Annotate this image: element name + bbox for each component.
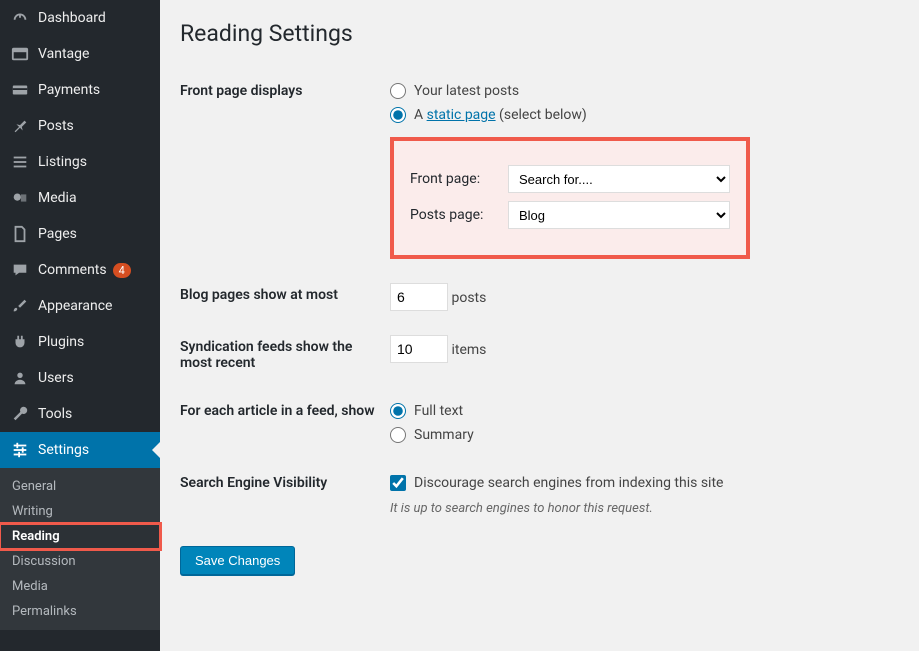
sidebar-item-vantage[interactable]: Vantage: [0, 36, 160, 72]
sidebar-item-label: Appearance: [38, 298, 112, 314]
feed-heading: For each article in a feed, show: [180, 387, 390, 459]
sidebar-item-plugins[interactable]: Plugins: [0, 324, 160, 360]
submenu-item-reading[interactable]: Reading: [0, 524, 160, 549]
sidebar-item-appearance[interactable]: Appearance: [0, 288, 160, 324]
payments-icon: [10, 80, 30, 100]
comments-badge: 4: [113, 263, 131, 278]
sidebar-item-label: Settings: [38, 442, 89, 458]
sidebar-item-media[interactable]: Media: [0, 180, 160, 216]
sidebar-item-comments[interactable]: Comments 4: [0, 252, 160, 288]
submenu-item-permalinks[interactable]: Permalinks: [0, 599, 160, 624]
blog-pages-input[interactable]: [390, 283, 448, 311]
sidebar-item-label: Posts: [38, 118, 74, 134]
admin-sidebar: Dashboard Vantage Payments Posts Listing…: [0, 0, 160, 651]
syndication-unit: items: [451, 342, 486, 358]
list-icon: [10, 152, 30, 172]
feed-full-label: Full text: [414, 403, 463, 419]
sidebar-item-dashboard[interactable]: Dashboard: [0, 0, 160, 36]
radio-feed-summary[interactable]: [390, 427, 406, 443]
front-page-label: Front page:: [410, 171, 500, 187]
submenu-item-general[interactable]: General: [0, 474, 160, 499]
sidebar-item-posts[interactable]: Posts: [0, 108, 160, 144]
sev-description: It is up to search engines to honor this…: [390, 501, 889, 516]
syndication-input[interactable]: [390, 335, 448, 363]
user-icon: [10, 368, 30, 388]
sidebar-item-label: Payments: [38, 82, 100, 98]
sidebar-item-label: Comments: [38, 262, 107, 278]
sliders-icon: [10, 440, 30, 460]
page-title: Reading Settings: [180, 20, 899, 47]
sidebar-item-label: Media: [38, 190, 77, 206]
page-select-highlight-box: Front page: Search for.... Posts page: B…: [390, 137, 750, 259]
sidebar-item-label: Vantage: [38, 46, 89, 62]
comment-icon: [10, 260, 30, 280]
sidebar-item-label: Plugins: [38, 334, 84, 350]
posts-page-select[interactable]: Blog: [508, 201, 730, 229]
feed-summary-label: Summary: [414, 427, 474, 443]
sidebar-item-label: Dashboard: [38, 10, 106, 26]
sidebar-item-label: Tools: [38, 406, 72, 422]
settings-submenu: General Writing Reading Discussion Media…: [0, 468, 160, 630]
wrench-icon: [10, 404, 30, 424]
blog-pages-heading: Blog pages show at most: [180, 271, 390, 323]
sidebar-item-listings[interactable]: Listings: [0, 144, 160, 180]
submenu-item-media[interactable]: Media: [0, 574, 160, 599]
frontpage-heading: Front page displays: [180, 67, 390, 271]
posts-page-label: Posts page:: [410, 207, 500, 223]
save-changes-button[interactable]: Save Changes: [180, 546, 295, 575]
submenu-item-discussion[interactable]: Discussion: [0, 549, 160, 574]
brush-icon: [10, 296, 30, 316]
sev-checkbox[interactable]: [390, 475, 406, 491]
sev-heading: Search Engine Visibility: [180, 459, 390, 528]
radio-latest-posts[interactable]: [390, 83, 406, 99]
sidebar-item-payments[interactable]: Payments: [0, 72, 160, 108]
sidebar-item-users[interactable]: Users: [0, 360, 160, 396]
sidebar-item-tools[interactable]: Tools: [0, 396, 160, 432]
blog-pages-unit: posts: [451, 290, 486, 306]
sidebar-item-label: Pages: [38, 226, 77, 242]
static-page-link[interactable]: static page: [427, 107, 496, 123]
submenu-item-writing[interactable]: Writing: [0, 499, 160, 524]
page-icon: [10, 224, 30, 244]
media-icon: [10, 188, 30, 208]
sidebar-item-pages[interactable]: Pages: [0, 216, 160, 252]
sev-checkbox-label: Discourage search engines from indexing …: [414, 475, 723, 491]
radio-static-page[interactable]: [390, 107, 406, 123]
radio-latest-label: Your latest posts: [414, 83, 519, 99]
dashboard-icon: [10, 8, 30, 28]
radio-feed-full[interactable]: [390, 403, 406, 419]
main-content: Reading Settings Front page displays You…: [160, 0, 919, 651]
vantage-icon: [10, 44, 30, 64]
sidebar-item-settings[interactable]: Settings: [0, 432, 160, 468]
syndication-heading: Syndication feeds show the most recent: [180, 323, 390, 387]
plug-icon: [10, 332, 30, 352]
sidebar-item-label: Users: [38, 370, 74, 386]
sidebar-item-label: Listings: [38, 154, 87, 170]
pin-icon: [10, 116, 30, 136]
front-page-select[interactable]: Search for....: [508, 165, 730, 193]
radio-static-label: A static page (select below): [414, 107, 587, 123]
settings-form-table: Front page displays Your latest posts A …: [180, 67, 899, 528]
